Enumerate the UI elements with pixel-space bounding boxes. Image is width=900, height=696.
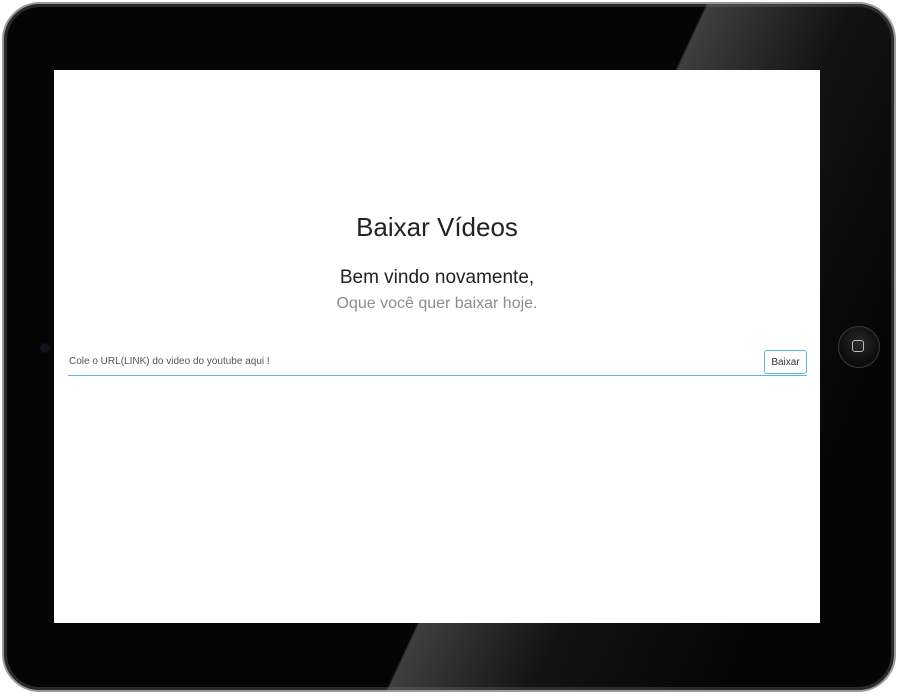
- welcome-message: Bem vindo novamente,: [339, 267, 535, 288]
- canvas: Baixar Vídeos Bem vindo novamente, Oque …: [0, 0, 900, 696]
- home-button[interactable]: [838, 326, 880, 368]
- page-title: Baixar Vídeos: [356, 212, 518, 242]
- subtitle-message: Oque você quer baixar hoje.: [336, 295, 538, 312]
- download-button[interactable]: Baixar: [764, 350, 807, 374]
- url-input[interactable]: [68, 350, 759, 372]
- camera-icon: [41, 344, 49, 352]
- url-search-bar: Baixar: [68, 350, 807, 376]
- screen: Baixar Vídeos Bem vindo novamente, Oque …: [54, 70, 820, 623]
- home-button-icon: [852, 340, 864, 352]
